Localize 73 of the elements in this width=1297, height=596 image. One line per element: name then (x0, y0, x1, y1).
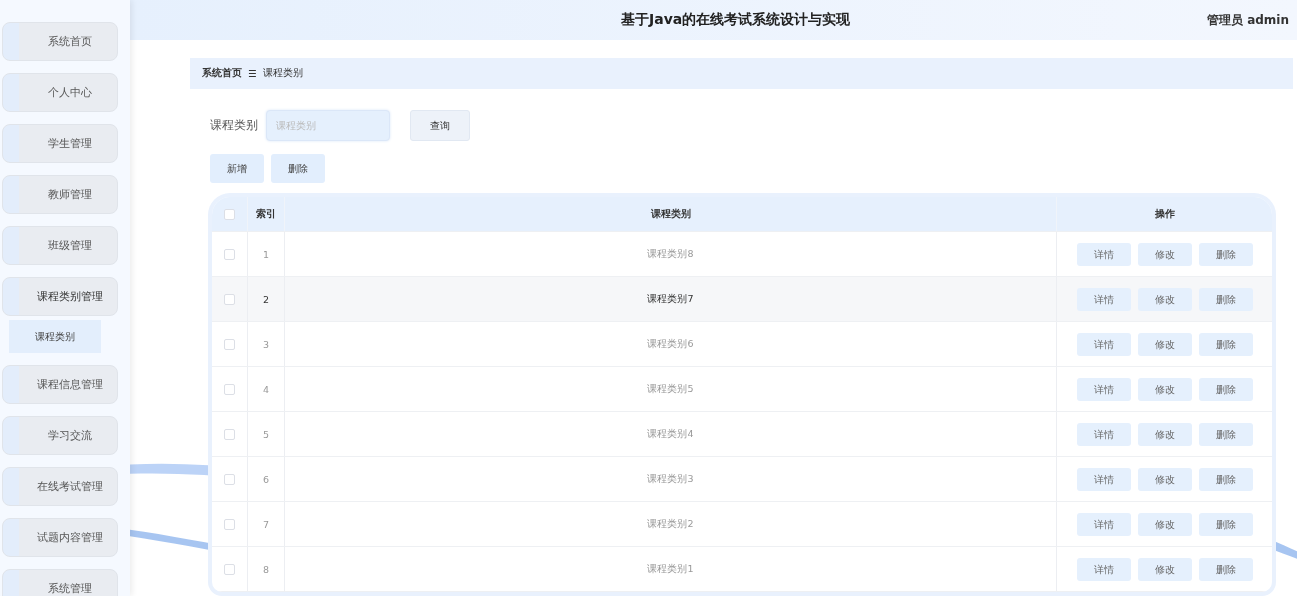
delete-button[interactable]: 删除 (1198, 242, 1253, 266)
edit-button[interactable]: 修改 (1137, 557, 1192, 581)
table-cell: 课程类别5 (647, 382, 694, 396)
breadcrumb-current: 课程类别 (262, 67, 303, 80)
sidebar-item[interactable]: 课程类别管理 (2, 277, 118, 316)
delete-button[interactable]: 删除 (271, 154, 325, 183)
checkbox[interactable] (224, 428, 235, 440)
delete-button[interactable]: 删除 (1198, 557, 1253, 581)
details-button[interactable]: 详情 (1076, 512, 1131, 536)
sidebar-item[interactable]: 系统管理 (2, 569, 118, 596)
edit-button[interactable]: 修改 (1137, 287, 1192, 311)
breadcrumb-separator: ☰ (248, 68, 257, 79)
table-cell: 6 (262, 473, 269, 485)
delete-button[interactable]: 删除 (1198, 467, 1253, 491)
table-cell: 课程类别6 (647, 337, 694, 351)
delete-button[interactable]: 删除 (1198, 512, 1253, 536)
field-label: 课程类别 (210, 116, 258, 134)
sidebar-item[interactable]: 在线考试管理 (2, 467, 118, 506)
edit-button[interactable]: 修改 (1137, 332, 1192, 356)
table-cell: 课程类别4 (647, 427, 694, 441)
add-button[interactable]: 新增 (210, 154, 264, 183)
sidebar-item[interactable]: 教师管理 (2, 175, 118, 214)
edit-button[interactable]: 修改 (1137, 422, 1192, 446)
column-header: 索引 (256, 207, 276, 221)
table-cell: 课程类别1 (647, 562, 694, 576)
details-button[interactable]: 详情 (1076, 422, 1131, 446)
sidebar-item[interactable]: 系统首页 (2, 22, 118, 61)
table-cell: 1 (262, 248, 269, 260)
checkbox[interactable] (224, 208, 235, 220)
breadcrumb-link[interactable]: 系统首页 (202, 67, 242, 80)
table-cell: 3 (262, 338, 269, 350)
delete-button[interactable]: 删除 (1198, 287, 1253, 311)
table-cell: 2 (262, 293, 269, 305)
table-cell: 课程类别2 (647, 517, 694, 531)
sidebar-item[interactable]: 学习交流 (2, 416, 118, 455)
table-cell: 8 (262, 563, 269, 575)
edit-button[interactable]: 修改 (1137, 242, 1192, 266)
app-title: 基于Java的在线考试系统设计与实现 (621, 11, 851, 29)
table-cell: 课程类别7 (647, 292, 694, 306)
details-button[interactable]: 详情 (1076, 287, 1131, 311)
column-header: 课程类别 (650, 207, 691, 221)
search-button[interactable]: 查询 (410, 109, 470, 141)
delete-button[interactable]: 删除 (1198, 422, 1253, 446)
edit-button[interactable]: 修改 (1137, 467, 1192, 491)
details-button[interactable]: 详情 (1076, 467, 1131, 491)
table-cell: 7 (262, 518, 269, 530)
details-button[interactable]: 详情 (1076, 242, 1131, 266)
checkbox[interactable] (224, 383, 235, 395)
details-button[interactable]: 详情 (1076, 332, 1131, 356)
sidebar-item[interactable]: 学生管理 (2, 124, 118, 163)
edit-button[interactable]: 修改 (1137, 512, 1192, 536)
checkbox[interactable] (224, 293, 235, 305)
table-cell: 课程类别3 (647, 472, 694, 486)
details-button[interactable]: 详情 (1076, 377, 1131, 401)
delete-button[interactable]: 删除 (1198, 377, 1253, 401)
sidebar-subitem[interactable]: 课程类别 (9, 320, 101, 353)
table-cell: 4 (262, 383, 269, 395)
table-cell: 课程类别8 (647, 247, 694, 261)
details-button[interactable]: 详情 (1076, 557, 1131, 581)
delete-button[interactable]: 删除 (1198, 332, 1253, 356)
sidebar-item[interactable]: 试题内容管理 (2, 518, 118, 557)
sidebar-item[interactable]: 班级管理 (2, 226, 118, 265)
checkbox[interactable] (224, 518, 235, 530)
checkbox[interactable] (224, 248, 235, 260)
checkbox[interactable] (224, 338, 235, 350)
table-cell: 5 (262, 428, 269, 440)
column-header: 操作 (1154, 207, 1175, 221)
checkbox[interactable] (224, 473, 235, 485)
checkbox[interactable] (224, 563, 235, 575)
sidebar-item[interactable]: 课程信息管理 (2, 365, 118, 404)
user-label: 管理员 admin (1206, 11, 1289, 29)
sidebar-item[interactable]: 个人中心 (2, 73, 118, 112)
edit-button[interactable]: 修改 (1137, 377, 1192, 401)
